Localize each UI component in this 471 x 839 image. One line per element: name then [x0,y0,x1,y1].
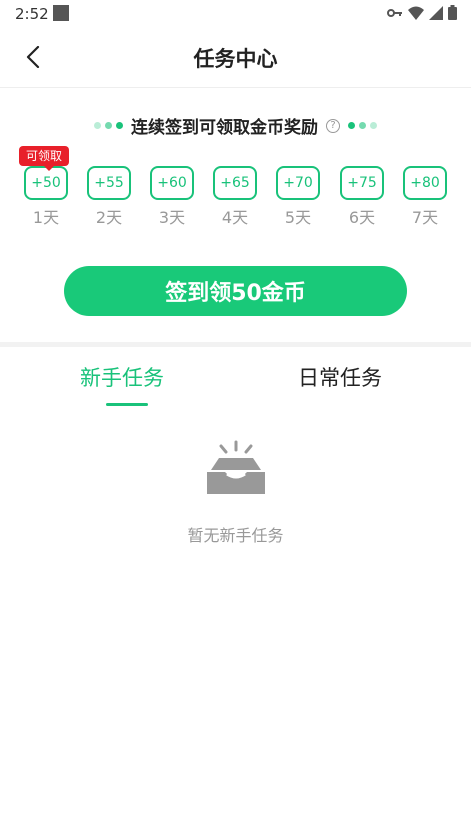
wifi-icon [408,6,424,20]
signin-card: 连续签到可领取金币奖励 ? +50 1天 +55 2天 +60 3天 +65 4… [0,88,471,342]
status-icons [387,5,457,20]
signin-button[interactable]: 签到领50金币 [64,266,407,316]
signin-day-3[interactable]: +60 3天 [150,166,198,228]
signin-day-7[interactable]: +80 7天 [403,166,451,228]
tab-newbie-tasks[interactable]: 新手任务 [80,362,164,392]
key-icon [387,8,402,17]
question-circle-icon[interactable]: ? [326,118,340,133]
empty-state-text: 暂无新手任务 [187,526,284,545]
signin-day-4[interactable]: +65 4天 [213,166,261,228]
day-reward-box[interactable]: +70 [276,166,320,200]
signin-day-1[interactable]: +50 1天 [24,166,72,228]
status-time: 2:52 [15,5,49,23]
signin-day-6[interactable]: +75 6天 [340,166,388,228]
battery-icon [448,5,457,20]
day-reward-box[interactable]: +75 [340,166,384,200]
signin-header: 连续签到可领取金币奖励 ? [0,113,471,138]
day-reward-box[interactable]: +80 [403,166,447,200]
signal-icon [429,5,443,20]
task-tabs: 新手任务 日常任务 [0,348,471,408]
empty-box-icon [206,440,265,494]
day-label: 2天 [95,208,123,227]
day-label: 3天 [158,208,186,227]
signin-day-5[interactable]: +70 5天 [276,166,324,228]
section-divider [0,342,471,347]
notification-icon [53,5,69,21]
day-label: 6天 [348,208,376,227]
status-bar: 2:52 [0,0,471,28]
day-label: 1天 [32,208,60,227]
decorative-dots-left [94,122,123,129]
day-reward-box[interactable]: +55 [87,166,131,200]
active-tab-indicator [106,403,148,406]
decorative-dots-right [348,122,377,129]
tab-daily-tasks[interactable]: 日常任务 [298,362,382,392]
signin-title: 连续签到可领取金币奖励 [131,118,318,138]
signin-day-2[interactable]: +55 2天 [87,166,135,228]
day-reward-box[interactable]: +60 [150,166,194,200]
day-reward-box[interactable]: +50 [24,166,68,200]
claimable-badge: 可领取 [19,146,70,171]
empty-state: 暂无新手任务 [0,440,471,546]
day-label: 5天 [284,208,312,227]
day-label: 7天 [411,208,439,227]
day-reward-box[interactable]: +65 [213,166,257,200]
day-label: 4天 [221,208,249,227]
navigation-bar: 任务中心 [0,28,471,88]
page-title: 任务中心 [193,47,278,71]
